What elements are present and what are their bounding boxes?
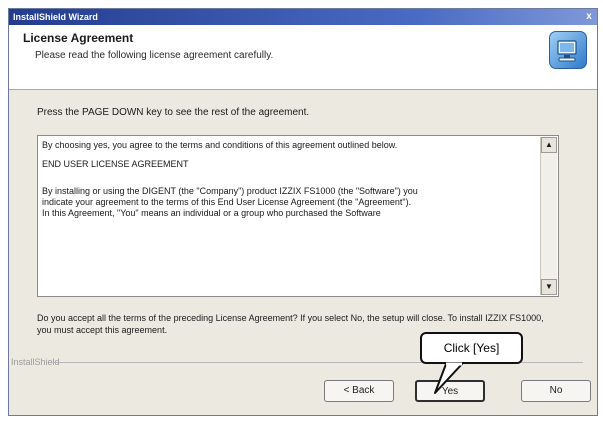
scroll-up-button[interactable]: ▲ xyxy=(541,137,557,153)
license-line: indicate your agreement to the terms of … xyxy=(42,197,412,207)
page-subtitle: Please read the following license agreem… xyxy=(35,50,274,61)
installer-computer-icon xyxy=(549,31,587,69)
license-line: By choosing yes, you agree to the terms … xyxy=(42,140,398,150)
installer-window: InstallShield Wizard x License Agreement… xyxy=(8,8,598,416)
wizard-header: License Agreement Please read the follow… xyxy=(9,25,597,90)
page-title: License Agreement xyxy=(23,31,134,45)
page-down-instruction: Press the PAGE DOWN key to see the rest … xyxy=(37,107,310,118)
arrow-down-icon: ▼ xyxy=(545,282,553,291)
arrow-up-icon: ▲ xyxy=(545,140,553,149)
license-agreement-textbox[interactable]: By choosing yes, you agree to the terms … xyxy=(37,135,559,297)
license-line: By installing or using the DIGENT (the "… xyxy=(42,186,418,196)
title-bar: InstallShield Wizard x xyxy=(9,9,597,25)
back-button[interactable]: < Back xyxy=(324,380,394,402)
scroll-down-button[interactable]: ▼ xyxy=(541,279,557,295)
close-button[interactable]: x xyxy=(583,11,595,23)
license-heading: END USER LICENSE AGREEMENT xyxy=(42,159,189,169)
license-text: By choosing yes, you agree to the terms … xyxy=(42,140,538,292)
yes-button[interactable]: Yes xyxy=(415,380,485,402)
window-title: InstallShield Wizard xyxy=(13,12,98,22)
license-scrollbar[interactable]: ▲ ▼ xyxy=(540,137,557,295)
click-yes-callout: Click [Yes] xyxy=(420,332,523,364)
no-button[interactable]: No xyxy=(521,380,591,402)
license-line: In this Agreement, "You" means an indivi… xyxy=(42,208,381,218)
